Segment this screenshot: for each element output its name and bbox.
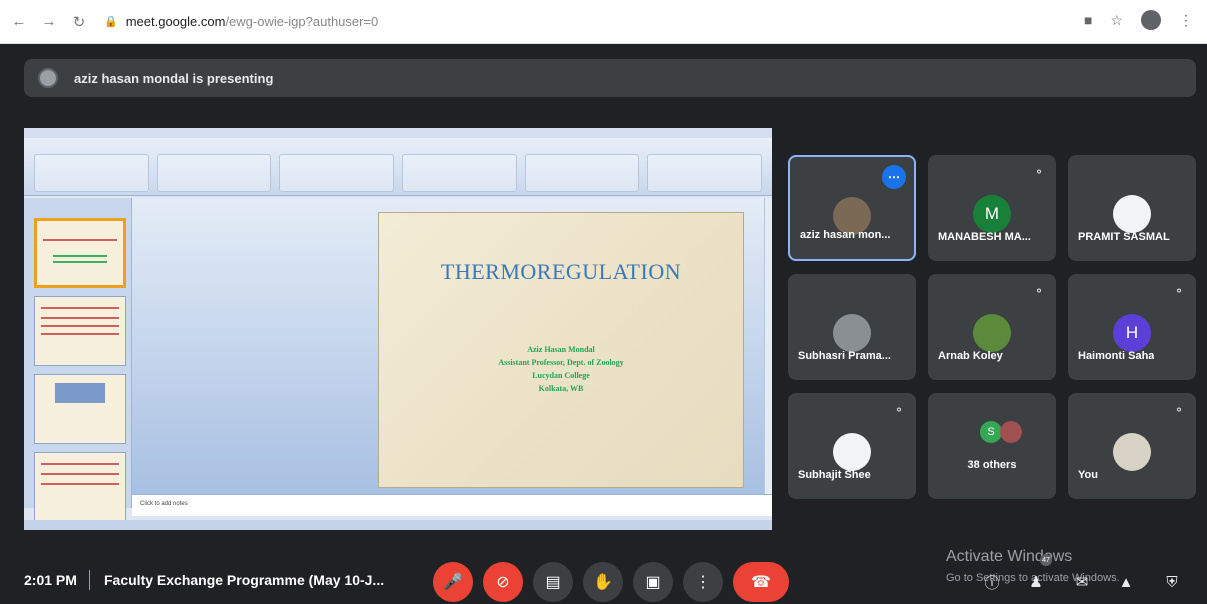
participant-name: Arnab Koley (938, 350, 1003, 362)
avatar: S (980, 421, 1002, 443)
people-button[interactable]: ♟ (1024, 570, 1048, 594)
others-tile[interactable]: S 38 others (928, 393, 1056, 499)
avatar: H (1113, 314, 1151, 352)
address-bar[interactable]: 🔒 meet.google.com/ewg-owie-igp?authuser=… (104, 14, 378, 29)
camera-toggle-button[interactable]: ⊘ (483, 562, 523, 602)
more-options-button[interactable]: ⋮ (683, 562, 723, 602)
raise-hand-button[interactable]: ✋ (583, 562, 623, 602)
url-host: meet.google.com (125, 14, 226, 29)
participant-tile[interactable]: Subhasri Prama... (788, 274, 916, 380)
powerpoint-titlebar (24, 128, 772, 138)
avatar (833, 314, 871, 352)
others-count: 38 others (967, 459, 1017, 471)
participant-name: MANABESH MA... (938, 231, 1031, 243)
menu-dots-icon[interactable]: ⋮ (1179, 12, 1193, 29)
participant-tile[interactable]: ⚬ M MANABESH MA... (928, 155, 1056, 261)
slide-thumbnail (34, 374, 126, 444)
participant-name: aziz hasan mon... (800, 229, 891, 241)
profile-avatar[interactable] (1141, 10, 1161, 30)
avatar (1000, 421, 1022, 443)
meeting-name: Faculty Exchange Programme (May 10-J... (104, 572, 385, 588)
participant-name: You (1078, 469, 1098, 481)
url-path: /ewg-owie-igp?authuser=0 (225, 14, 379, 29)
presenter-avatar (38, 68, 58, 88)
mic-off-icon: ⚬ (1173, 403, 1184, 417)
divider (89, 570, 90, 590)
slide-thumbnails-pane (24, 198, 132, 522)
participant-tile[interactable]: ⚬ Subhajit Shee (788, 393, 916, 499)
mic-toggle-button[interactable]: 🎤 (433, 562, 473, 602)
mic-off-icon: ⚬ (1033, 284, 1044, 298)
phone-hangup-icon: ☎ (751, 574, 771, 591)
participant-tile-self[interactable]: ⚬ You (1068, 393, 1196, 499)
activate-title: Activate Windows (946, 548, 1073, 565)
slide-line: Aziz Hasan Mondal (527, 345, 595, 354)
star-icon[interactable]: ☆ (1110, 12, 1123, 29)
back-icon[interactable]: ← (8, 11, 30, 33)
hand-icon: ✋ (593, 574, 613, 591)
avatar: M (973, 195, 1011, 233)
mic-off-icon: ⚬ (893, 403, 904, 417)
avatar (1113, 195, 1151, 233)
lock-icon: 🔒 (104, 16, 118, 28)
slide-thumbnail (34, 218, 126, 288)
participant-tile[interactable]: PRAMIT SASMAL (1068, 155, 1196, 261)
mic-off-icon: 🎤 (443, 574, 463, 591)
slide-line: Lucydan College (532, 371, 590, 380)
shield-icon: ⛨ (1166, 573, 1178, 591)
participant-name: Haimonti Saha (1078, 350, 1155, 362)
participant-tile[interactable]: ⋯ aziz hasan mon... (788, 155, 916, 261)
reload-icon[interactable]: ↻ (68, 11, 90, 33)
chat-button[interactable]: ✉ (1070, 570, 1094, 594)
presenting-banner: aziz hasan mondal is presenting (24, 59, 1196, 97)
people-icon: ♟ (1029, 574, 1043, 591)
more-options-icon[interactable]: ⋯ (882, 165, 906, 189)
activities-icon: ▲ (1118, 573, 1134, 591)
forward-icon[interactable]: → (38, 11, 60, 33)
avatar (833, 433, 871, 471)
browser-toolbar: ← → ↻ 🔒 meet.google.com/ewg-owie-igp?aut… (0, 0, 1207, 44)
info-icon: ⓘ (984, 574, 1000, 592)
notes-pane: Click to add notes (132, 494, 772, 516)
people-count-badge: 47 (1040, 554, 1052, 566)
participant-tile[interactable]: ⚬ H Haimonti Saha (1068, 274, 1196, 380)
meeting-info-button[interactable]: ⓘ (980, 570, 1004, 594)
participant-name: Subhajit Shee (798, 469, 871, 481)
participant-name: PRAMIT SASMAL (1078, 231, 1170, 243)
slide-thumbnail (34, 452, 126, 522)
slide-line: Kolkata, WB (538, 384, 584, 393)
present-button[interactable]: ▣ (633, 562, 673, 602)
leave-call-button[interactable]: ☎ (733, 562, 789, 602)
presenting-text: aziz hasan mondal is presenting (74, 70, 274, 86)
avatar (973, 314, 1011, 352)
slide-line: Assistant Professor, Dept. of Zoology (498, 358, 624, 367)
slide-canvas: THERMOREGULATION Aziz Hasan Mondal Assis… (132, 198, 772, 494)
slide-title: THERMOREGULATION (440, 259, 682, 284)
mic-off-icon: ⚬ (1033, 165, 1044, 179)
avatar (1113, 433, 1151, 471)
powerpoint-ribbon (24, 138, 772, 196)
powerpoint-statusbar (24, 520, 772, 530)
meeting-controls-bar: 2:01 PM Faculty Exchange Programme (May … (0, 548, 1207, 604)
shared-screen: THERMOREGULATION Aziz Hasan Mondal Assis… (24, 128, 772, 530)
participant-tile[interactable]: ⚬ Arnab Koley (928, 274, 1056, 380)
mic-off-icon: ⚬ (1173, 284, 1184, 298)
captions-icon: ▤ (545, 574, 561, 591)
meeting-time: 2:01 PM (24, 572, 77, 588)
vertical-scrollbar (764, 198, 772, 494)
host-controls-button[interactable]: ⛨ (1160, 570, 1184, 594)
camera-off-icon: ⊘ (496, 574, 510, 591)
activities-button[interactable]: ▲ (1114, 570, 1138, 594)
camera-indicator-icon[interactable]: ■ (1084, 12, 1092, 28)
captions-button[interactable]: ▤ (533, 562, 573, 602)
slide: THERMOREGULATION Aziz Hasan Mondal Assis… (378, 212, 744, 488)
slide-thumbnail (34, 296, 126, 366)
present-icon: ▣ (645, 574, 661, 591)
participant-name: Subhasri Prama... (798, 350, 891, 362)
slide-subtitle: Aziz Hasan Mondal Assistant Professor, D… (379, 343, 743, 395)
more-vert-icon: ⋮ (695, 574, 711, 591)
chat-icon: ✉ (1075, 574, 1089, 591)
